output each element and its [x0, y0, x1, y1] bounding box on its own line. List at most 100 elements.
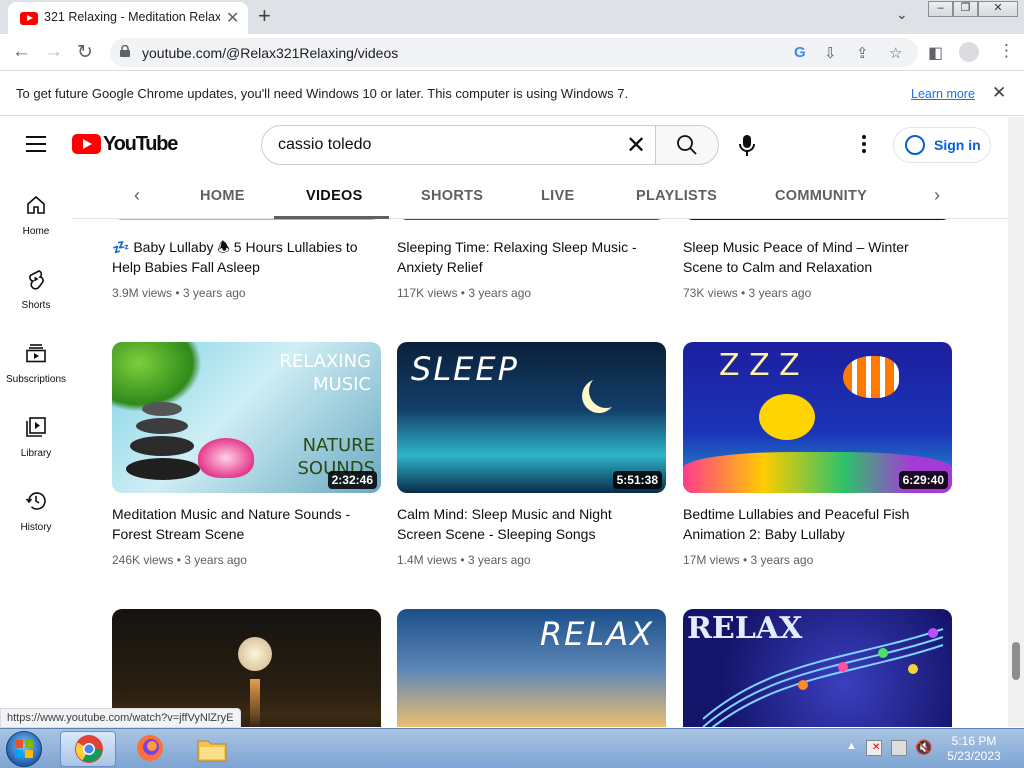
close-window-button[interactable]: ✕ [978, 1, 1018, 17]
search-input[interactable]: cassio toledo ✕ [261, 125, 656, 165]
video-thumbnail[interactable]: RELAX [397, 609, 666, 727]
stone [130, 436, 194, 456]
video-title[interactable]: Sleeping Time: Relaxing Sleep Music - An… [397, 237, 659, 277]
taskbar-firefox-button[interactable] [122, 731, 178, 767]
share-icon[interactable]: ⇪ [856, 44, 869, 62]
chrome-icon [75, 735, 103, 763]
update-info-bar: To get future Google Chrome updates, you… [0, 72, 1024, 116]
network-icon[interactable] [891, 740, 907, 756]
taskbar-explorer-button[interactable] [184, 731, 240, 767]
tabs-scroll-left-icon[interactable]: ‹ [134, 185, 140, 206]
sign-in-button[interactable]: Sign in [893, 127, 991, 163]
video-thumbnail[interactable]: Z Z Z 6:29:40 [683, 342, 952, 493]
channel-tabs: ‹ HOME VIDEOS SHORTS LIVE PLAYLISTS COMM… [72, 173, 1008, 219]
crescent-moon [589, 374, 623, 408]
close-tab-icon[interactable]: ✕ [226, 8, 239, 28]
active-tab-indicator [274, 216, 389, 219]
tab-playlists[interactable]: PLAYLISTS [636, 188, 717, 204]
bookmark-star-icon[interactable]: ☆ [889, 44, 902, 62]
clear-search-icon[interactable]: ✕ [626, 131, 646, 160]
settings-more-icon[interactable] [862, 135, 868, 155]
windows-logo-icon [15, 740, 33, 758]
video-duration: 5:51:38 [612, 471, 662, 489]
tabs-scroll-right-icon[interactable]: › [934, 185, 940, 206]
lotus-flower [198, 438, 254, 478]
video-title[interactable]: 💤 Baby Lullaby 🕭 5 Hours Lullabies to He… [112, 237, 374, 277]
install-icon[interactable]: ⇩ [824, 44, 837, 62]
video-meta: 3.9M views • 3 years ago [112, 286, 246, 300]
stone [136, 418, 188, 434]
youtube-wordmark: YouTube [103, 133, 178, 155]
google-icon[interactable]: G [794, 44, 806, 61]
tab-community[interactable]: COMMUNITY [775, 188, 867, 204]
chrome-menu-icon[interactable]: ⋮ [998, 41, 1015, 61]
video-meta: 246K views • 3 years ago [112, 553, 247, 567]
reload-icon[interactable]: ↻ [77, 41, 93, 64]
thumb-text: SLEEP [411, 350, 519, 388]
video-meta: 1.4M views • 3 years ago [397, 553, 531, 567]
search-query: cassio toledo [278, 136, 372, 153]
restore-button[interactable]: ❐ [953, 1, 978, 17]
system-clock[interactable]: 5:16 PM 5/23/2023 [944, 734, 1004, 764]
browser-tab[interactable]: 321 Relaxing - Meditation Relax ✕ [8, 2, 248, 34]
tab-live[interactable]: LIVE [541, 188, 574, 204]
side-panel-icon[interactable]: ◧ [928, 43, 943, 63]
profile-avatar-icon[interactable] [959, 42, 979, 62]
tab-title: 321 Relaxing - Meditation Relax [44, 10, 220, 24]
stone [142, 402, 182, 416]
browser-tab-strip: 321 Relaxing - Meditation Relax ✕ + ⌄ – … [0, 0, 1024, 34]
account-icon [905, 135, 925, 155]
video-thumbnail[interactable]: RELAXING MUSIC NATURE SOUNDS 2:32:46 [112, 342, 381, 493]
video-duration: 6:29:40 [898, 471, 948, 489]
close-infobar-icon[interactable]: ✕ [992, 83, 1006, 103]
start-button[interactable] [6, 731, 42, 767]
url-text: youtube.com/@Relax321Relaxing/videos [142, 45, 399, 61]
learn-more-link[interactable]: Learn more [911, 87, 975, 101]
video-thumbnail[interactable] [683, 219, 952, 220]
taskbar-chrome-button[interactable] [60, 731, 116, 767]
search-icon [677, 135, 697, 155]
video-title[interactable]: Meditation Music and Nature Sounds - For… [112, 504, 374, 544]
thumb-text: RELAXING MUSIC [279, 351, 371, 395]
video-meta: 117K views • 3 years ago [397, 286, 532, 300]
video-title[interactable]: Sleep Music Peace of Mind – Winter Scene… [683, 237, 945, 277]
youtube-header: YouTube cassio toledo ✕ Sign in [0, 117, 1024, 173]
tab-home[interactable]: HOME [200, 188, 245, 204]
scrollbar-thumb[interactable] [1012, 642, 1020, 680]
new-tab-button[interactable]: + [258, 3, 271, 29]
tab-shorts[interactable]: SHORTS [421, 188, 483, 204]
sign-in-label: Sign in [934, 137, 981, 153]
video-title[interactable]: Calm Mind: Sleep Music and Night Screen … [397, 504, 659, 544]
page-scrollbar[interactable] [1008, 117, 1024, 727]
video-grid: 💤 Baby Lullaby 🕭 5 Hours Lullabies to He… [0, 219, 1008, 727]
browser-toolbar: ← → ↻ youtube.com/@Relax321Relaxing/vide… [0, 34, 1024, 71]
firefox-icon [137, 735, 163, 761]
video-meta: 17M views • 3 years ago [683, 553, 814, 567]
video-thumbnail[interactable] [112, 219, 381, 220]
minimize-button[interactable]: – [928, 1, 953, 17]
lock-icon [120, 45, 130, 57]
clock-time: 5:16 PM [951, 734, 997, 748]
microphone-icon[interactable] [733, 131, 761, 159]
forward-arrow-icon[interactable]: → [44, 41, 63, 63]
address-bar[interactable]: youtube.com/@Relax321Relaxing/videos G ⇩… [110, 38, 918, 67]
volume-muted-icon[interactable]: 🔇 [915, 739, 932, 756]
full-moon [238, 637, 272, 671]
video-thumbnail[interactable]: SLEEP 5:51:38 [397, 342, 666, 493]
search-button[interactable] [655, 125, 719, 165]
video-thumbnail[interactable] [397, 219, 666, 220]
action-center-flag-icon[interactable]: ✕ [866, 740, 882, 756]
tab-search-chevron-icon[interactable]: ⌄ [896, 6, 908, 23]
yellow-fish [759, 394, 815, 440]
hamburger-menu-icon[interactable] [26, 136, 46, 152]
show-hidden-icons-icon[interactable]: ▲ [846, 740, 857, 752]
video-duration: 2:32:46 [327, 471, 377, 489]
back-arrow-icon[interactable]: ← [12, 41, 31, 63]
tab-videos[interactable]: VIDEOS [306, 188, 363, 204]
video-thumbnail[interactable]: RELAX [683, 609, 952, 727]
video-title[interactable]: Bedtime Lullabies and Peaceful Fish Anim… [683, 504, 945, 544]
youtube-play-icon [72, 134, 101, 154]
clock-date: 5/23/2023 [947, 749, 1001, 763]
stone [126, 458, 200, 480]
music-notes-illustration [702, 628, 944, 727]
